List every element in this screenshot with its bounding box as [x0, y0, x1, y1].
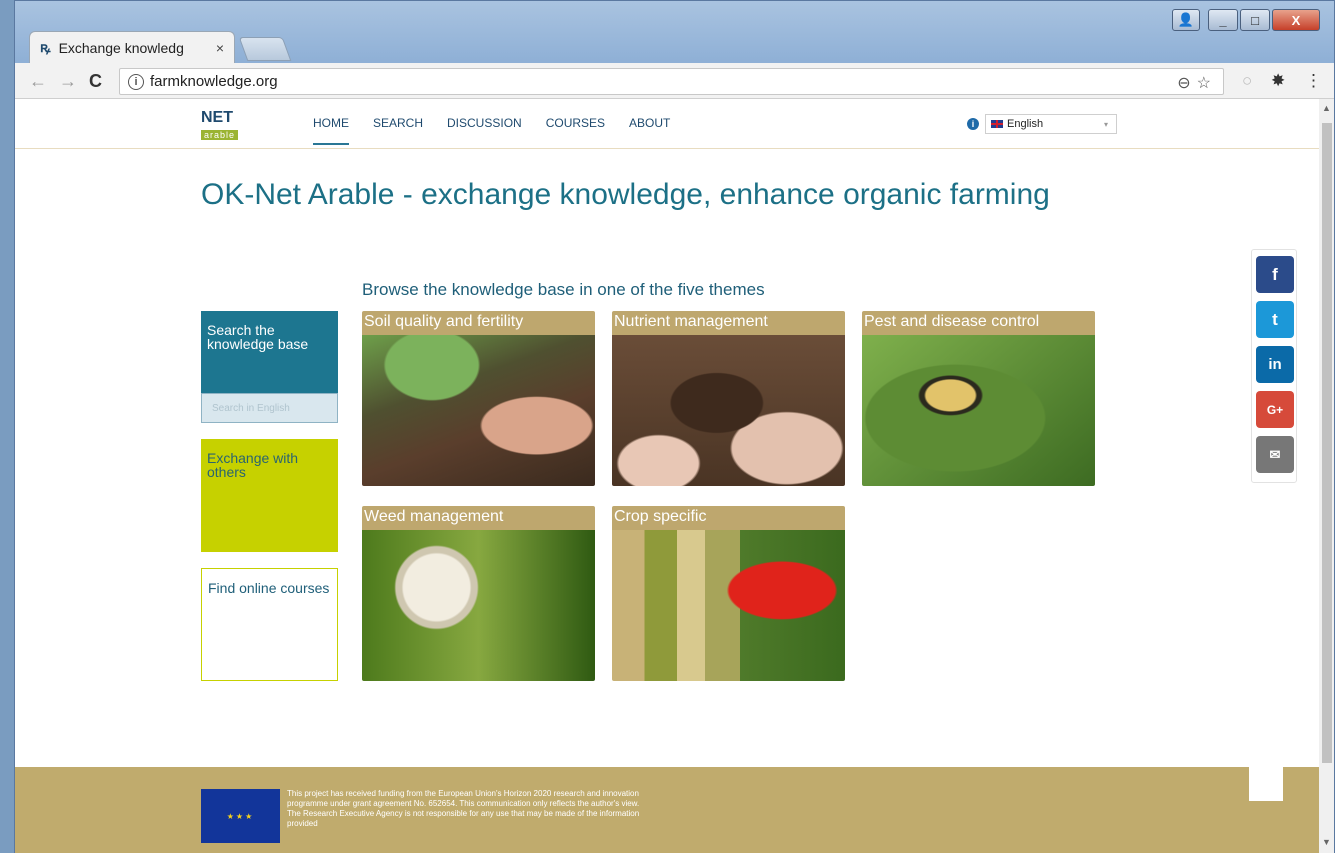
exchange-label: Exchange with others — [207, 450, 299, 480]
theme-label: Pest and disease control — [862, 311, 1095, 335]
theme-pest-disease[interactable]: Pest and disease control — [862, 311, 1095, 486]
exchange-box[interactable]: Exchange with others — [201, 439, 338, 552]
uk-flag-icon — [991, 120, 1003, 128]
scroll-up-icon[interactable]: ▲ — [1322, 103, 1331, 113]
back-button[interactable]: ← — [29, 71, 47, 92]
courses-box[interactable]: Find online courses — [201, 568, 338, 681]
menu-discussion[interactable]: DISCUSSION — [447, 116, 522, 145]
eu-flag-icon: ★★★ — [201, 789, 280, 843]
tab-title: Exchange knowledg — [58, 39, 184, 56]
language-value: English — [1007, 118, 1044, 130]
window-controls: 👤 _ □ X — [1172, 9, 1320, 31]
logo-arable: arable — [201, 130, 239, 140]
search-knowledge-box[interactable]: Search the knowledge base Search in Engl… — [201, 311, 338, 423]
language-selector: i English ▾ — [967, 114, 1117, 134]
site-header: NET arable HOME SEARCH DISCUSSION COURSE… — [15, 99, 1319, 149]
browser-window: 👤 _ □ X ꝶ Exchange knowledg × ← → C i fa… — [14, 0, 1335, 853]
tab-close-icon[interactable]: × — [216, 40, 224, 56]
twitter-icon[interactable]: t — [1256, 301, 1294, 338]
theme-crop-specific[interactable]: Crop specific — [612, 506, 845, 681]
extension-icon[interactable]: ○ — [1242, 71, 1252, 91]
scroll-down-icon[interactable]: ▼ — [1322, 837, 1331, 847]
page-scrollbar[interactable]: ▲ ▼ — [1319, 99, 1334, 853]
linkedin-icon[interactable]: in — [1256, 346, 1294, 383]
beetle-image — [862, 335, 1095, 486]
theme-nutrient-management[interactable]: Nutrient management — [612, 311, 845, 486]
theme-label: Weed management — [362, 506, 595, 530]
theme-label: Nutrient management — [612, 311, 845, 335]
wheat-poppy-image — [612, 530, 845, 681]
main-menu: HOME SEARCH DISCUSSION COURSES ABOUT — [313, 116, 670, 145]
user-icon[interactable]: 👤 — [1172, 9, 1200, 31]
theme-soil-quality[interactable]: Soil quality and fertility — [362, 311, 595, 486]
new-tab-button[interactable] — [238, 37, 292, 61]
footer-white-box — [1249, 767, 1283, 801]
forward-button[interactable]: → — [59, 71, 77, 92]
theme-label: Soil quality and fertility — [362, 311, 595, 335]
bookmark-star-icon[interactable]: ☆ — [1197, 73, 1211, 93]
soil-image — [362, 335, 595, 486]
search-box-title: Search the knowledge base — [207, 322, 309, 352]
theme-label: Crop specific — [612, 506, 845, 530]
share-bar: f t in G+ ✉ — [1251, 249, 1297, 483]
logo-net: NET — [201, 109, 233, 126]
browser-toolbar: ← → C i farmknowledge.org ⊖ ☆ ○ ✸ ⋮ — [15, 63, 1334, 99]
facebook-icon[interactable]: f — [1256, 256, 1294, 293]
chevron-down-icon: ▾ — [1103, 119, 1108, 129]
page-title: OK-Net Arable - exchange knowledge, enha… — [201, 178, 1050, 211]
info-icon[interactable]: i — [967, 118, 979, 130]
close-window-button[interactable]: X — [1272, 9, 1320, 31]
page-footer: ★★★ This project has received funding fr… — [15, 767, 1319, 853]
theme-weed-management[interactable]: Weed management — [362, 506, 595, 681]
site-logo[interactable]: NET arable — [201, 109, 251, 143]
minimize-button[interactable]: _ — [1208, 9, 1238, 31]
browse-heading: Browse the knowledge base in one of the … — [362, 280, 765, 299]
courses-label: Find online courses — [208, 580, 330, 596]
menu-icon[interactable]: ⋮ — [1305, 71, 1322, 91]
email-icon[interactable]: ✉ — [1256, 436, 1294, 473]
reload-button[interactable]: C — [89, 71, 102, 92]
compost-image — [612, 335, 845, 486]
zoom-icon[interactable]: ⊖ — [1177, 73, 1190, 93]
language-dropdown[interactable]: English ▾ — [985, 114, 1117, 134]
scroll-thumb[interactable] — [1322, 123, 1332, 763]
search-input[interactable]: Search in English — [201, 393, 338, 423]
google-plus-icon[interactable]: G+ — [1256, 391, 1294, 428]
dandelion-image — [362, 530, 595, 681]
site-favicon-icon: ꝶ — [40, 39, 51, 55]
browser-tab[interactable]: ꝶ Exchange knowledg × — [29, 31, 235, 63]
menu-search[interactable]: SEARCH — [373, 116, 423, 145]
url-text: farmknowledge.org — [150, 73, 278, 90]
site-info-icon[interactable]: i — [128, 73, 144, 90]
funding-notice: This project has received funding from t… — [287, 789, 640, 828]
menu-about[interactable]: ABOUT — [629, 116, 670, 145]
address-bar[interactable]: i farmknowledge.org ⊖ ☆ — [119, 68, 1224, 95]
gear-icon[interactable]: ✸ — [1271, 71, 1285, 91]
maximize-button[interactable]: □ — [1240, 9, 1270, 31]
web-page: NET arable HOME SEARCH DISCUSSION COURSE… — [15, 99, 1319, 853]
menu-home[interactable]: HOME — [313, 116, 349, 145]
menu-courses[interactable]: COURSES — [546, 116, 605, 145]
